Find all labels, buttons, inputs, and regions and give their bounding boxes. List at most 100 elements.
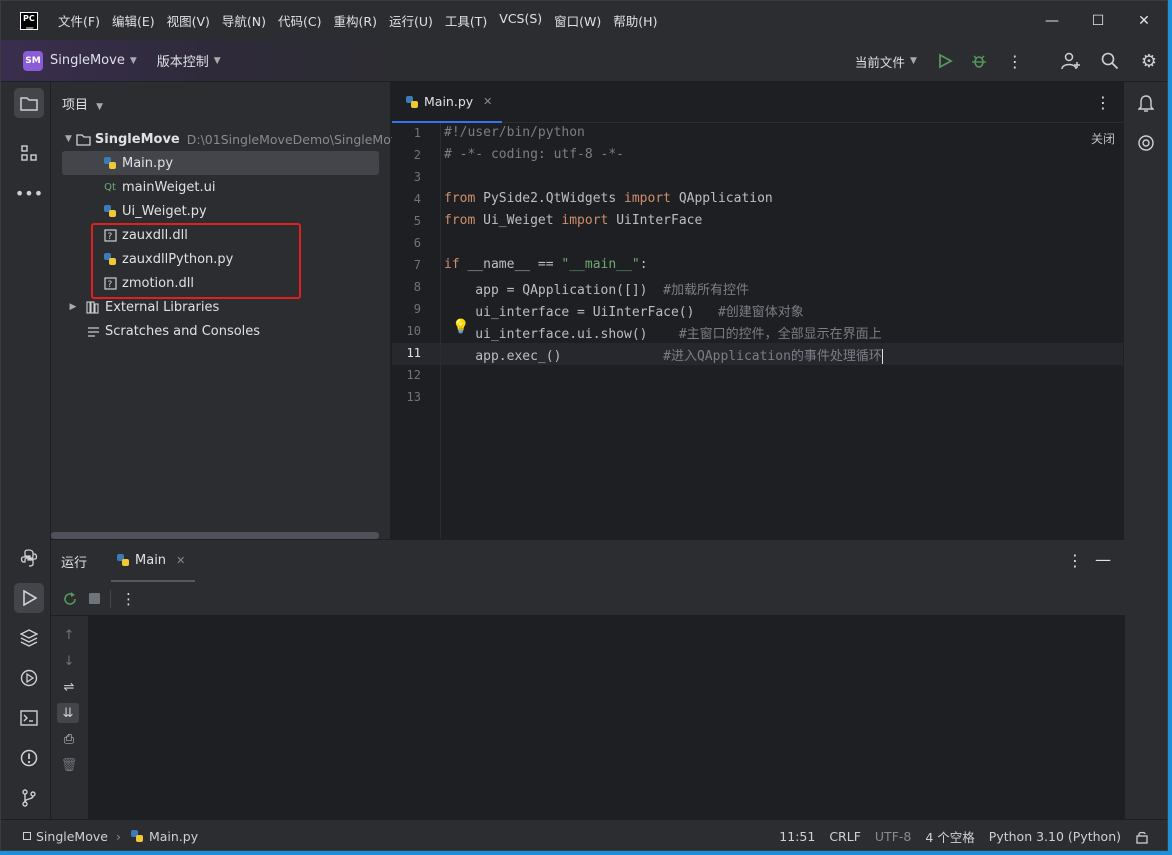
tree-item-external-libraries[interactable]: ▶ External Libraries bbox=[51, 295, 391, 319]
file-encoding[interactable]: UTF-8 bbox=[875, 829, 911, 844]
project-name[interactable]: SingleMove bbox=[50, 53, 125, 68]
tree-item-main-py[interactable]: Main.py bbox=[62, 151, 379, 175]
code-line-7: if __name__ == "__main__": bbox=[444, 257, 648, 272]
scroll-down-icon[interactable]: ↓ bbox=[61, 653, 77, 669]
menu-tools[interactable]: 工具(T) bbox=[445, 11, 487, 30]
minimize-button[interactable]: — bbox=[1029, 1, 1075, 40]
more-actions-icon[interactable]: ⋮ bbox=[1007, 52, 1023, 71]
problems-icon[interactable] bbox=[14, 743, 44, 773]
menu-window[interactable]: 窗口(W) bbox=[554, 11, 601, 30]
structure-icon[interactable] bbox=[14, 138, 44, 168]
run-tool-icon[interactable] bbox=[14, 583, 44, 613]
breadcrumb-project[interactable]: SingleMove bbox=[36, 829, 108, 844]
menu-file[interactable]: 文件(F) bbox=[58, 11, 100, 30]
menu-vcs[interactable]: VCS(S) bbox=[499, 11, 542, 30]
folder-icon bbox=[76, 131, 91, 147]
services-icon[interactable] bbox=[14, 663, 44, 693]
run-console-output[interactable] bbox=[88, 616, 1125, 819]
close-run-tab-icon[interactable]: ✕ bbox=[176, 554, 185, 567]
terminal-icon[interactable] bbox=[14, 703, 44, 733]
python-file-icon bbox=[404, 94, 420, 110]
scroll-to-end-icon[interactable]: ⇊ bbox=[57, 703, 79, 723]
debug-icon[interactable] bbox=[971, 53, 987, 69]
menu-edit[interactable]: 编辑(E) bbox=[112, 11, 155, 30]
chevron-right-icon[interactable]: ▶ bbox=[65, 299, 81, 315]
run-panel-menu-icon[interactable]: ⋮ bbox=[1067, 551, 1083, 570]
project-panel-header[interactable]: 项目 ▼ bbox=[62, 94, 103, 113]
menu-code[interactable]: 代码(C) bbox=[278, 11, 321, 30]
clear-trash-icon[interactable]: 🗑 bbox=[61, 757, 78, 773]
code-line-4: from PySide2.QtWidgets import QApplicati… bbox=[444, 191, 773, 206]
python-interpreter[interactable]: Python 3.10 (Python) bbox=[989, 829, 1121, 844]
breadcrumb-file[interactable]: Main.py bbox=[149, 829, 198, 844]
rerun-icon[interactable] bbox=[62, 591, 78, 607]
chevron-down-icon[interactable]: ▼ bbox=[65, 131, 72, 147]
menu-run[interactable]: 运行(U) bbox=[389, 11, 433, 30]
git-branch-icon[interactable] bbox=[14, 783, 44, 813]
stop-icon[interactable] bbox=[89, 593, 100, 604]
run-tab-label: Main bbox=[135, 552, 167, 568]
code-line-11: app.exec_() #进入QApplication的事件处理循环​ bbox=[444, 349, 883, 364]
menu-view[interactable]: 视图(V) bbox=[167, 11, 210, 30]
add-user-icon[interactable] bbox=[1061, 52, 1081, 70]
right-tool-strip bbox=[1123, 82, 1167, 819]
code-editor[interactable]: 1 2 3 4 5 6 7 8 9 10 11 12 13 💡 #!/user/… bbox=[392, 123, 1125, 539]
line-number: 6 bbox=[413, 236, 421, 250]
maximize-button[interactable]: ☐ bbox=[1075, 1, 1121, 40]
toolbar-right: 当前文件 ▼ ⋮ ⚙ bbox=[855, 40, 1167, 82]
search-icon[interactable] bbox=[1101, 52, 1119, 70]
line-number: 10 bbox=[406, 324, 421, 338]
close-tab-icon[interactable]: ✕ bbox=[483, 95, 492, 108]
line-separator[interactable]: CRLF bbox=[829, 829, 861, 844]
soft-wrap-icon[interactable]: ⇌ bbox=[61, 679, 77, 695]
project-badge[interactable]: SM bbox=[23, 50, 43, 71]
python-packages-icon[interactable] bbox=[14, 623, 44, 653]
scroll-up-icon[interactable]: ↑ bbox=[61, 627, 77, 643]
line-number: 7 bbox=[413, 258, 421, 272]
notifications-bell-icon[interactable] bbox=[1131, 88, 1161, 118]
line-number-current: 11 bbox=[406, 346, 421, 360]
line-number: 8 bbox=[413, 280, 421, 294]
scratches-icon bbox=[85, 323, 101, 339]
hide-panel-icon[interactable]: — bbox=[1095, 550, 1111, 569]
tab-main-py[interactable]: Main.py ✕ bbox=[392, 82, 502, 123]
status-bar-right: 11:51 CRLF UTF-8 4 个空格 Python 3.10 (Pyth… bbox=[779, 820, 1167, 850]
code-line-1: #!/user/bin/python bbox=[444, 125, 585, 140]
python-file-icon bbox=[102, 155, 118, 171]
settings-gear-icon[interactable]: ⚙ bbox=[1141, 51, 1157, 72]
run-tab-main[interactable]: Main ✕ bbox=[111, 540, 196, 582]
code-line-5: from Ui_Weiget import UiInterFace bbox=[444, 213, 703, 228]
horizontal-scrollbar[interactable] bbox=[51, 532, 379, 539]
python-file-icon bbox=[115, 552, 131, 568]
run-icon[interactable] bbox=[937, 53, 953, 69]
tree-item-ui-weiget-py[interactable]: Ui_Weiget.py bbox=[51, 199, 391, 223]
lock-icon[interactable] bbox=[1135, 830, 1149, 844]
python-console-icon[interactable] bbox=[14, 543, 44, 573]
tree-item-mainweiget-ui[interactable]: Qt mainWeiget.ui bbox=[51, 175, 391, 199]
run-panel-header: 运行 Main ✕ ⋮ — bbox=[51, 540, 1125, 582]
indent-setting[interactable]: 4 个空格 bbox=[925, 827, 974, 846]
run-more-icon[interactable]: ⋮ bbox=[121, 590, 136, 608]
chevron-down-icon: ▼ bbox=[96, 102, 104, 112]
project-folder-icon[interactable] bbox=[14, 88, 44, 118]
window-controls: — ☐ ✕ bbox=[1029, 1, 1167, 40]
ai-assistant-icon[interactable] bbox=[1131, 128, 1161, 158]
close-link[interactable]: 关闭 bbox=[1091, 130, 1115, 147]
print-icon[interactable]: ⎙ bbox=[61, 731, 77, 747]
close-window-button[interactable]: ✕ bbox=[1121, 1, 1167, 40]
run-config-selector[interactable]: 当前文件 bbox=[855, 52, 905, 71]
more-tools-icon[interactable]: ••• bbox=[14, 178, 44, 208]
left-tool-strip: ••• bbox=[1, 82, 51, 819]
caret-position[interactable]: 11:51 bbox=[779, 829, 815, 844]
menu-navigate[interactable]: 导航(N) bbox=[222, 11, 266, 30]
vcs-widget[interactable]: 版本控制 bbox=[157, 51, 209, 70]
tree-root[interactable]: ▼ SingleMove D:\01SingleMoveDemo\SingleM… bbox=[51, 127, 406, 151]
editor-tabs-menu-icon[interactable]: ⋮ bbox=[1095, 93, 1111, 112]
menu-refactor[interactable]: 重构(R) bbox=[334, 11, 377, 30]
red-highlight-box bbox=[91, 223, 301, 299]
main-toolbar: SM SingleMove ▼ 版本控制 ▼ 当前文件 ▼ ⋮ ⚙ bbox=[1, 40, 1167, 82]
code-line-2: # -*- coding: utf-8 -*- bbox=[444, 147, 625, 162]
ide-window: PC — 文件(F) 编辑(E) 视图(V) 导航(N) 代码(C) 重构(R)… bbox=[0, 0, 1168, 851]
menu-help[interactable]: 帮助(H) bbox=[613, 11, 657, 30]
tree-item-scratches[interactable]: Scratches and Consoles bbox=[51, 319, 391, 343]
